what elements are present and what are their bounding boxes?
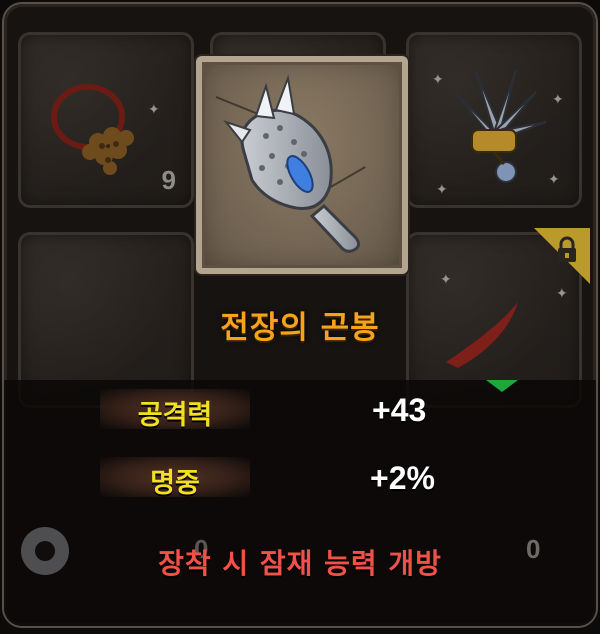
sparkle-icon: ✦ [552,92,564,108]
stat-label-accuracy: 명중 [150,468,200,499]
sparkle-icon: ✦ [148,102,160,118]
item-name: 전장의 곤봉 [220,310,380,346]
stat-label-accuracy-bg: 명중 [100,457,250,499]
featured-item-frame [196,56,408,274]
item-tooltip-window: ✦ 9 ✦ ✦ ✦ ✦ ✦ ✦ 전장의 곤봉 공격력 +43 명중 +2% 0 … [4,4,596,626]
down-arrow-icon [486,380,518,392]
stat-value-attack: +43 [372,392,427,428]
lock-icon [558,236,576,262]
sparkle-icon: ✦ [548,172,560,188]
stat-label-attack: 공격력 [137,400,213,431]
stat-value-accuracy: +2% [370,460,435,496]
stat-label-attack-bg: 공격력 [100,389,250,431]
sparkle-icon: ✦ [556,286,568,302]
equip-effect-text: 장착 시 잠재 능력 개방 [158,547,442,580]
stats-panel [4,380,596,626]
slot-count: 9 [161,165,176,195]
sparkle-icon: ✦ [440,272,452,288]
sparkle-icon: ✦ [432,72,444,88]
spiked-club-icon [223,74,361,253]
inventory-slot-crest[interactable]: ✦ ✦ ✦ ✦ [406,32,582,208]
inventory-slot-pendant[interactable]: ✦ 9 [18,32,194,208]
sparkle-icon: ✦ [436,182,448,198]
